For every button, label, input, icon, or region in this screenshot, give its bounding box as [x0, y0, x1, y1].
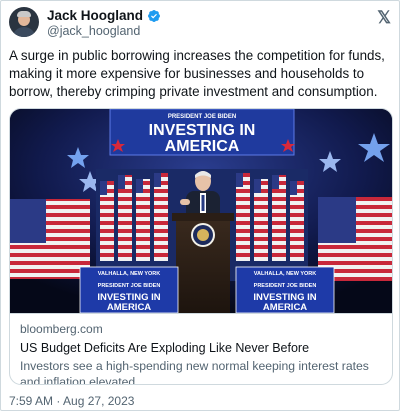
card-meta[interactable]: bloomberg.com US Budget Deficits Are Exp…: [10, 313, 392, 385]
tweet-text: A surge in public borrowing increases th…: [9, 48, 385, 99]
sign-left-line4: AMERICA: [107, 302, 151, 313]
card-title[interactable]: US Budget Deficits Are Exploding Like Ne…: [20, 340, 382, 356]
sign-right-line1: VALHALLA, NEW YORK: [254, 271, 316, 277]
banner-small-text: PRESIDENT JOE BIDEN: [168, 114, 236, 120]
link-preview-card[interactable]: PRESIDENT JOE BIDEN INVESTING IN AMERICA: [9, 108, 393, 385]
card-domain: bloomberg.com: [20, 322, 103, 336]
card-image[interactable]: PRESIDENT JOE BIDEN INVESTING IN AMERICA: [10, 109, 392, 313]
tweet-header: Jack Hoogland @jack_hoogland 𝕏: [9, 7, 391, 39]
sign-right: VALHALLA, NEW YORK PRESIDENT JOE BIDEN I…: [235, 266, 335, 313]
card-description: Investors see a high-spending new normal…: [20, 359, 369, 385]
banner-main-line1: INVESTING IN: [149, 122, 256, 139]
flag-left: [10, 199, 90, 279]
podium: [172, 213, 234, 313]
sign-right-line2: PRESIDENT JOE BIDEN: [254, 283, 317, 289]
x-logo-icon[interactable]: 𝕏: [377, 9, 391, 26]
sign-left: VALHALLA, NEW YORK PRESIDENT JOE BIDEN I…: [79, 266, 179, 313]
banner-main-line2: AMERICA: [165, 138, 240, 155]
sign-left-line1: VALHALLA, NEW YORK: [98, 271, 160, 277]
sign-right-line4: AMERICA: [263, 302, 307, 313]
tweet-card: Jack Hoogland @jack_hoogland 𝕏 A surge i…: [0, 0, 400, 411]
sign-left-line2: PRESIDENT JOE BIDEN: [98, 283, 161, 289]
verified-badge-icon: [148, 9, 161, 22]
author-display-name[interactable]: Jack Hoogland: [47, 8, 143, 23]
author-block: Jack Hoogland @jack_hoogland: [47, 8, 161, 38]
tweet-timestamp[interactable]: 7:59 AM · Aug 27, 2023: [9, 394, 134, 408]
author-handle[interactable]: @jack_hoogland: [47, 24, 161, 38]
avatar[interactable]: [9, 7, 39, 37]
